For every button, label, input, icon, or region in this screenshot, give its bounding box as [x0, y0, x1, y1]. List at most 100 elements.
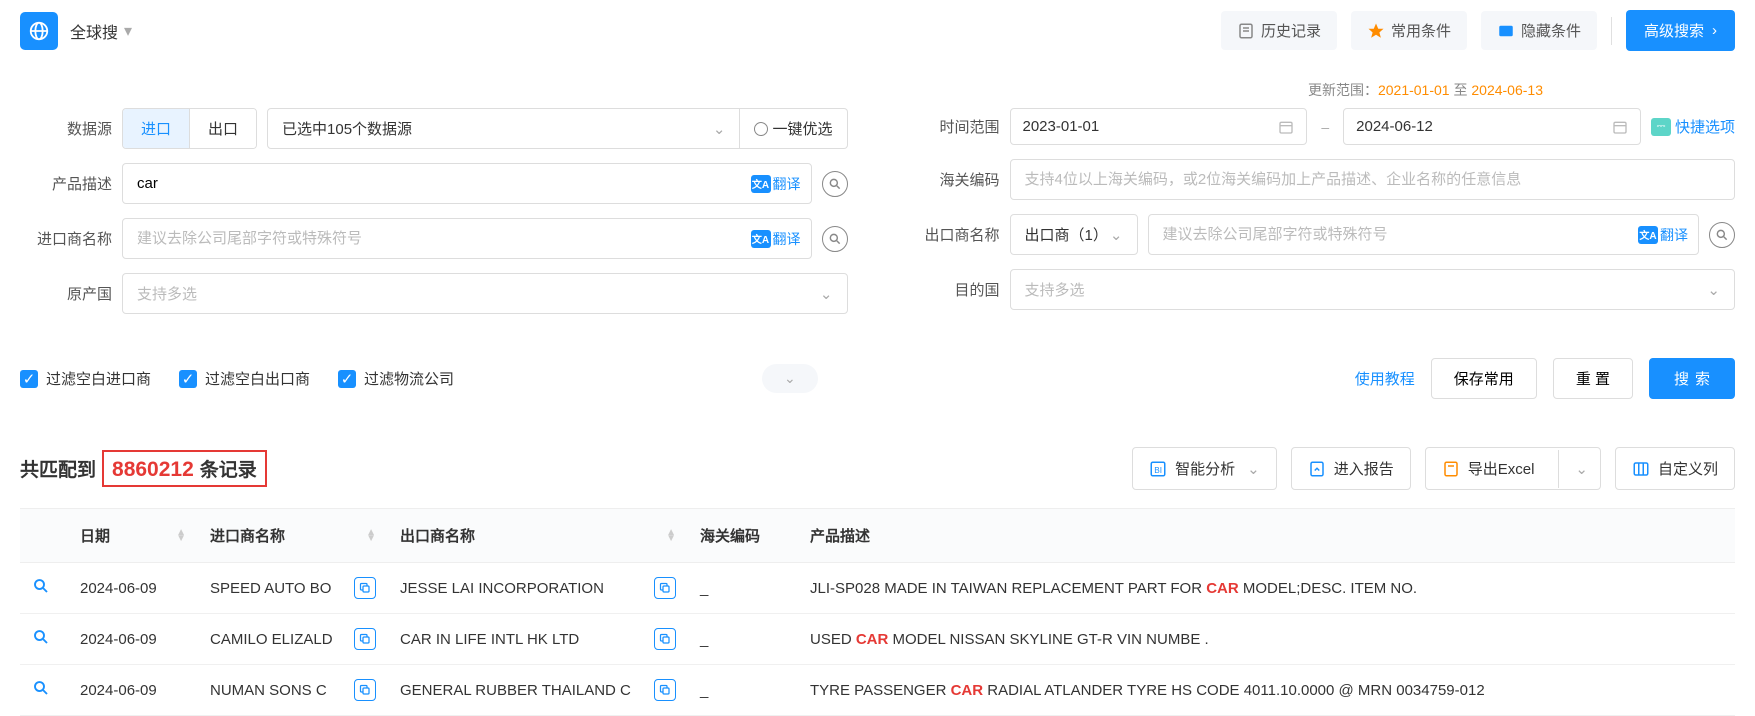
cell-importer: CAMILO ELIZALD	[198, 614, 388, 665]
excel-icon	[1442, 460, 1460, 478]
row-exporter: 出口商名称 出口商（1） ⌄ 文A 翻译	[908, 214, 1736, 255]
date-from-input[interactable]: 2023-01-01	[1010, 108, 1308, 145]
row-importer: 进口商名称 文A 翻译	[20, 218, 848, 259]
search-button[interactable]: 搜索	[1649, 358, 1735, 399]
label-importer: 进口商名称	[20, 228, 112, 249]
quick-icon: ⎓	[1651, 118, 1671, 136]
row-product-desc: 产品描述 文A 翻译	[20, 163, 848, 204]
cell-importer: SPEED AUTO BO	[198, 563, 388, 614]
translate-button[interactable]: 文A 翻译	[751, 229, 801, 249]
hidden-conditions-button[interactable]: 隐藏条件	[1481, 11, 1597, 50]
import-tab[interactable]: 进口	[123, 109, 189, 148]
one-click-optimize[interactable]: 一键优选	[740, 108, 847, 149]
form-col-left: 数据源 进口 出口 已选中105个数据源 ⌄ 一键优选	[20, 108, 848, 328]
search-type-label: 全球搜	[70, 19, 118, 43]
sort-icon: ▲▼	[366, 530, 376, 542]
custom-columns-button[interactable]: 自定义列	[1615, 447, 1735, 490]
copy-icon[interactable]	[654, 628, 676, 650]
sort-icon: ▲▼	[666, 530, 676, 542]
expand-icon[interactable]	[822, 226, 848, 252]
expand-icon[interactable]	[822, 171, 848, 197]
chevron-down-icon: ⌄	[820, 285, 833, 303]
search-form: 更新范围：2021-01-01 至 2024-06-13 数据源 进口 出口 已…	[0, 80, 1755, 352]
collapse-button[interactable]: ⌄	[762, 364, 818, 393]
enter-report-button[interactable]: 进入报告	[1291, 447, 1411, 490]
translate-icon: 文A	[751, 230, 771, 248]
results-table-wrap: 日期▲▼ 进口商名称▲▼ 出口商名称▲▼ 海关编码 产品描述 2024-06-0…	[0, 508, 1755, 716]
row-time-range: 时间范围 2023-01-01 – 2024-06-12 ⎓ 快捷选项	[908, 108, 1736, 145]
translate-button[interactable]: 文A 翻译	[751, 174, 801, 194]
col-exporter[interactable]: 出口商名称▲▼	[388, 509, 688, 563]
form-col-right: 时间范围 2023-01-01 – 2024-06-12 ⎓ 快捷选项	[908, 108, 1736, 328]
chevron-right-icon: ›	[1712, 22, 1717, 39]
form-grid: 数据源 进口 出口 已选中105个数据源 ⌄ 一键优选	[20, 108, 1735, 328]
results-tools: BI 智能分析 ⌄ 进入报告 导出Excel ⌄ 自定义列	[1132, 447, 1735, 490]
copy-icon[interactable]	[354, 577, 376, 599]
data-source-select[interactable]: 已选中105个数据源 ⌄	[267, 108, 740, 149]
copy-icon[interactable]	[654, 577, 676, 599]
search-row-icon[interactable]	[32, 679, 50, 697]
search-row-icon[interactable]	[32, 628, 50, 646]
reset-button[interactable]: 重 置	[1553, 358, 1633, 399]
copy-icon[interactable]	[654, 679, 676, 701]
exporter-input-wrap: 文A 翻译	[1148, 214, 1700, 255]
row-data-source: 数据源 进口 出口 已选中105个数据源 ⌄ 一键优选	[20, 108, 848, 149]
smart-analysis-button[interactable]: BI 智能分析 ⌄	[1132, 447, 1277, 490]
product-desc-input[interactable]	[137, 164, 751, 203]
results-bar: 共匹配到 8860212 条记录 BI 智能分析 ⌄ 进入报告 导出Excel …	[0, 417, 1755, 508]
cell-exporter: JESSE LAI INCORPORATION	[388, 563, 688, 614]
label-dest: 目的国	[908, 279, 1000, 300]
search-row-icon[interactable]	[32, 577, 50, 595]
label-time: 时间范围	[908, 116, 1000, 137]
chevron-down-icon: ⌄	[1707, 281, 1720, 299]
columns-icon	[1632, 460, 1650, 478]
cell-desc: TYRE PASSENGER CAR RADIAL ATLANDER TYRE …	[798, 665, 1735, 716]
exporter-input[interactable]	[1163, 215, 1639, 254]
col-date[interactable]: 日期▲▼	[68, 509, 198, 563]
export-excel-button[interactable]: 导出Excel ⌄	[1425, 447, 1601, 490]
translate-icon: 文A	[751, 175, 771, 193]
globe-icon[interactable]	[20, 12, 58, 50]
exporter-type-select[interactable]: 出口商（1） ⌄	[1010, 214, 1138, 255]
history-button[interactable]: 历史记录	[1221, 11, 1337, 50]
translate-icon: 文A	[1638, 226, 1658, 244]
hs-input[interactable]	[1025, 160, 1725, 199]
results-summary: 共匹配到 8860212 条记录	[20, 450, 267, 487]
translate-button[interactable]: 文A 翻译	[1638, 225, 1688, 245]
label-origin: 原产国	[20, 283, 112, 304]
chevron-down-icon: ⌄	[1575, 461, 1588, 478]
common-conditions-button[interactable]: 常用条件	[1351, 11, 1467, 50]
quick-options-button[interactable]: ⎓ 快捷选项	[1651, 116, 1735, 137]
cell-hs: _	[688, 665, 798, 716]
origin-select[interactable]: 支持多选 ⌄	[122, 273, 848, 314]
export-dropdown[interactable]: ⌄	[1558, 450, 1600, 488]
copy-icon[interactable]	[354, 679, 376, 701]
tutorial-link[interactable]: 使用教程	[1355, 368, 1415, 389]
analysis-icon: BI	[1149, 460, 1167, 478]
dest-select[interactable]: 支持多选 ⌄	[1010, 269, 1736, 310]
date-to-input[interactable]: 2024-06-12	[1343, 108, 1641, 145]
copy-icon[interactable]	[354, 628, 376, 650]
label-hs: 海关编码	[908, 169, 1000, 190]
advanced-search-button[interactable]: 高级搜索 ›	[1626, 10, 1735, 51]
checkbox-empty-exporter[interactable]: ✓ 过滤空白出口商	[179, 368, 310, 389]
filter-checkboxes: ✓ 过滤空白进口商 ✓ 过滤空白出口商 ✓ 过滤物流公司 ⌄	[20, 364, 818, 393]
col-desc: 产品描述	[798, 509, 1735, 563]
checkbox-icon: ✓	[179, 370, 197, 388]
export-tab[interactable]: 出口	[189, 109, 256, 148]
importer-input-wrap: 文A 翻译	[122, 218, 812, 259]
card-icon	[1497, 22, 1515, 40]
hs-input-wrap	[1010, 159, 1736, 200]
checkbox-logistics[interactable]: ✓ 过滤物流公司	[338, 368, 454, 389]
chevron-down-icon: ⌄	[784, 370, 796, 386]
svg-text:BI: BI	[1154, 465, 1162, 474]
top-right: 历史记录 常用条件 隐藏条件 高级搜索 ›	[1221, 10, 1735, 51]
row-origin: 原产国 支持多选 ⌄	[20, 273, 848, 314]
checkbox-empty-importer[interactable]: ✓ 过滤空白进口商	[20, 368, 151, 389]
expand-icon[interactable]	[1709, 222, 1735, 248]
importer-input[interactable]	[137, 219, 751, 258]
col-importer[interactable]: 进口商名称▲▼	[198, 509, 388, 563]
save-common-button[interactable]: 保存常用	[1431, 358, 1537, 399]
cell-date: 2024-06-09	[68, 563, 198, 614]
search-type-dropdown[interactable]: 全球搜 ▾	[70, 19, 132, 43]
